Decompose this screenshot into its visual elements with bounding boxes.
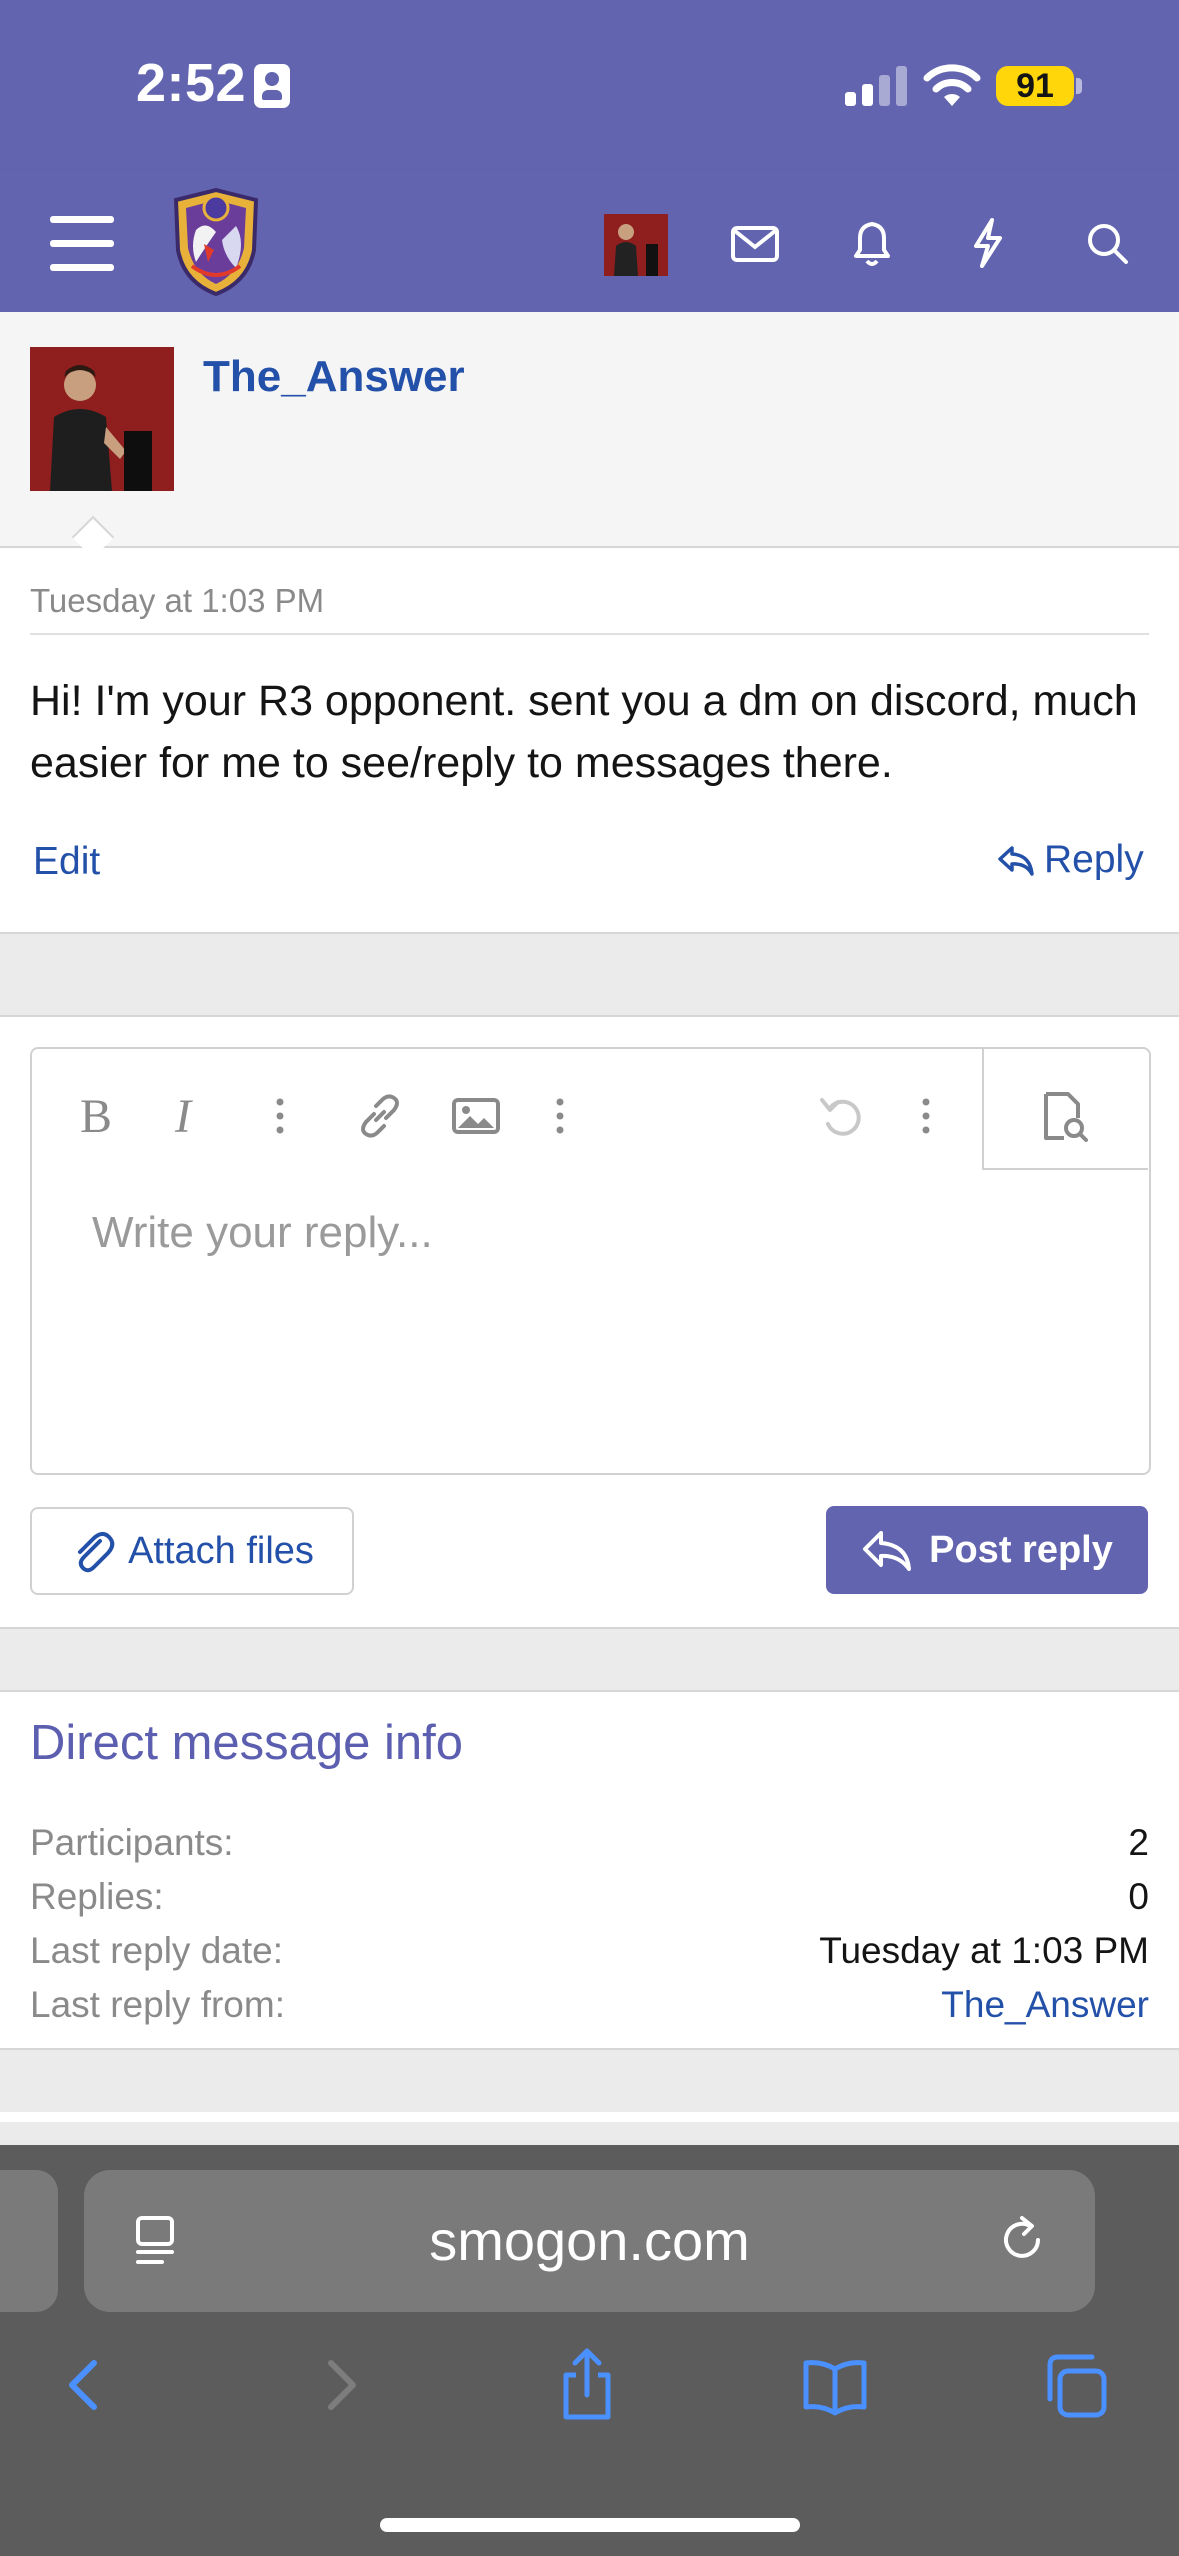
info-row-last-reply-from: Last reply from: The_Answer bbox=[30, 1984, 1149, 2036]
reload-icon[interactable] bbox=[994, 2210, 1054, 2270]
lightning-icon[interactable] bbox=[958, 212, 1018, 274]
message-header bbox=[0, 312, 1179, 548]
toolbar-divider bbox=[982, 1048, 984, 1170]
address-text[interactable]: smogon.com bbox=[84, 2208, 1095, 2273]
attach-files-button[interactable]: Attach files bbox=[30, 1507, 354, 1595]
share-icon[interactable] bbox=[552, 2345, 622, 2425]
attach-files-label: Attach files bbox=[128, 1529, 314, 1572]
bell-icon[interactable] bbox=[842, 212, 902, 274]
mail-icon[interactable] bbox=[725, 212, 785, 274]
battery-tip bbox=[1076, 78, 1082, 94]
reply-label: Reply bbox=[1044, 838, 1144, 881]
avatar-figure-icon bbox=[604, 214, 668, 276]
image-icon[interactable] bbox=[448, 1088, 504, 1144]
divider bbox=[30, 633, 1149, 635]
site-logo[interactable] bbox=[166, 186, 266, 298]
back-icon[interactable] bbox=[50, 2345, 120, 2425]
reply-icon bbox=[863, 1531, 912, 1571]
forward-icon[interactable] bbox=[305, 2345, 375, 2425]
menu-icon[interactable] bbox=[50, 216, 114, 272]
reply-icon bbox=[998, 846, 1034, 876]
bookmarks-icon[interactable] bbox=[800, 2345, 870, 2425]
dm-info-title: Direct message info bbox=[30, 1716, 464, 1770]
last-reply-user-link[interactable]: The_Answer bbox=[941, 1984, 1149, 2036]
italic-icon[interactable]: I bbox=[165, 1088, 221, 1144]
more-insert-options-icon[interactable] bbox=[532, 1088, 588, 1144]
bold-icon[interactable]: B bbox=[72, 1088, 128, 1144]
preview-icon[interactable] bbox=[1036, 1088, 1092, 1144]
info-value: Tuesday at 1:03 PM bbox=[819, 1930, 1149, 1971]
contact-card-icon bbox=[254, 64, 290, 108]
avatar-figure-icon bbox=[30, 347, 174, 491]
info-label: Participants: bbox=[30, 1822, 234, 1863]
cellular-signal-icon bbox=[845, 66, 907, 106]
wifi-icon bbox=[923, 64, 981, 106]
previous-tab-preview[interactable] bbox=[0, 2170, 58, 2312]
paperclip-icon bbox=[78, 1532, 115, 1573]
message-text: Hi! I'm your R3 opponent. sent you a dm … bbox=[30, 677, 1138, 787]
message-timestamp[interactable]: Tuesday at 1:03 PM bbox=[30, 582, 324, 620]
status-time: 2:52 bbox=[136, 53, 247, 113]
more-options-icon[interactable] bbox=[898, 1088, 954, 1144]
info-value: 0 bbox=[1128, 1876, 1149, 1917]
info-row-last-reply-date: Last reply date: Tuesday at 1:03 PM bbox=[30, 1930, 1149, 1982]
info-label: Last reply from: bbox=[30, 1984, 285, 2025]
link-icon[interactable] bbox=[352, 1088, 408, 1144]
toolbar-divider bbox=[982, 1168, 1148, 1170]
message-avatar[interactable] bbox=[30, 347, 174, 491]
edit-link[interactable]: Edit bbox=[33, 840, 100, 884]
next-block-edge bbox=[0, 2112, 1179, 2122]
info-row-replies: Replies: 0 bbox=[30, 1876, 1149, 1928]
info-row-participants: Participants: 2 bbox=[30, 1822, 1149, 1874]
home-indicator[interactable] bbox=[380, 2518, 800, 2532]
info-label: Last reply date: bbox=[30, 1930, 283, 1971]
battery-indicator: 91 bbox=[996, 66, 1074, 106]
search-icon[interactable] bbox=[1078, 212, 1138, 274]
message-username[interactable]: The_Answer bbox=[203, 352, 465, 402]
svg-text:I: I bbox=[174, 1090, 193, 1143]
post-reply-button[interactable]: Post reply bbox=[826, 1506, 1148, 1594]
post-reply-label: Post reply bbox=[929, 1528, 1113, 1571]
reply-link[interactable]: Reply bbox=[996, 838, 1144, 882]
more-text-options-icon[interactable] bbox=[252, 1088, 308, 1144]
info-label: Replies: bbox=[30, 1876, 164, 1917]
svg-text:B: B bbox=[80, 1090, 112, 1143]
tabs-icon[interactable] bbox=[1042, 2345, 1112, 2425]
user-avatar[interactable] bbox=[604, 214, 668, 276]
info-value: 2 bbox=[1128, 1822, 1149, 1863]
reply-input-placeholder[interactable]: Write your reply... bbox=[92, 1208, 433, 1258]
undo-icon[interactable] bbox=[814, 1088, 870, 1144]
